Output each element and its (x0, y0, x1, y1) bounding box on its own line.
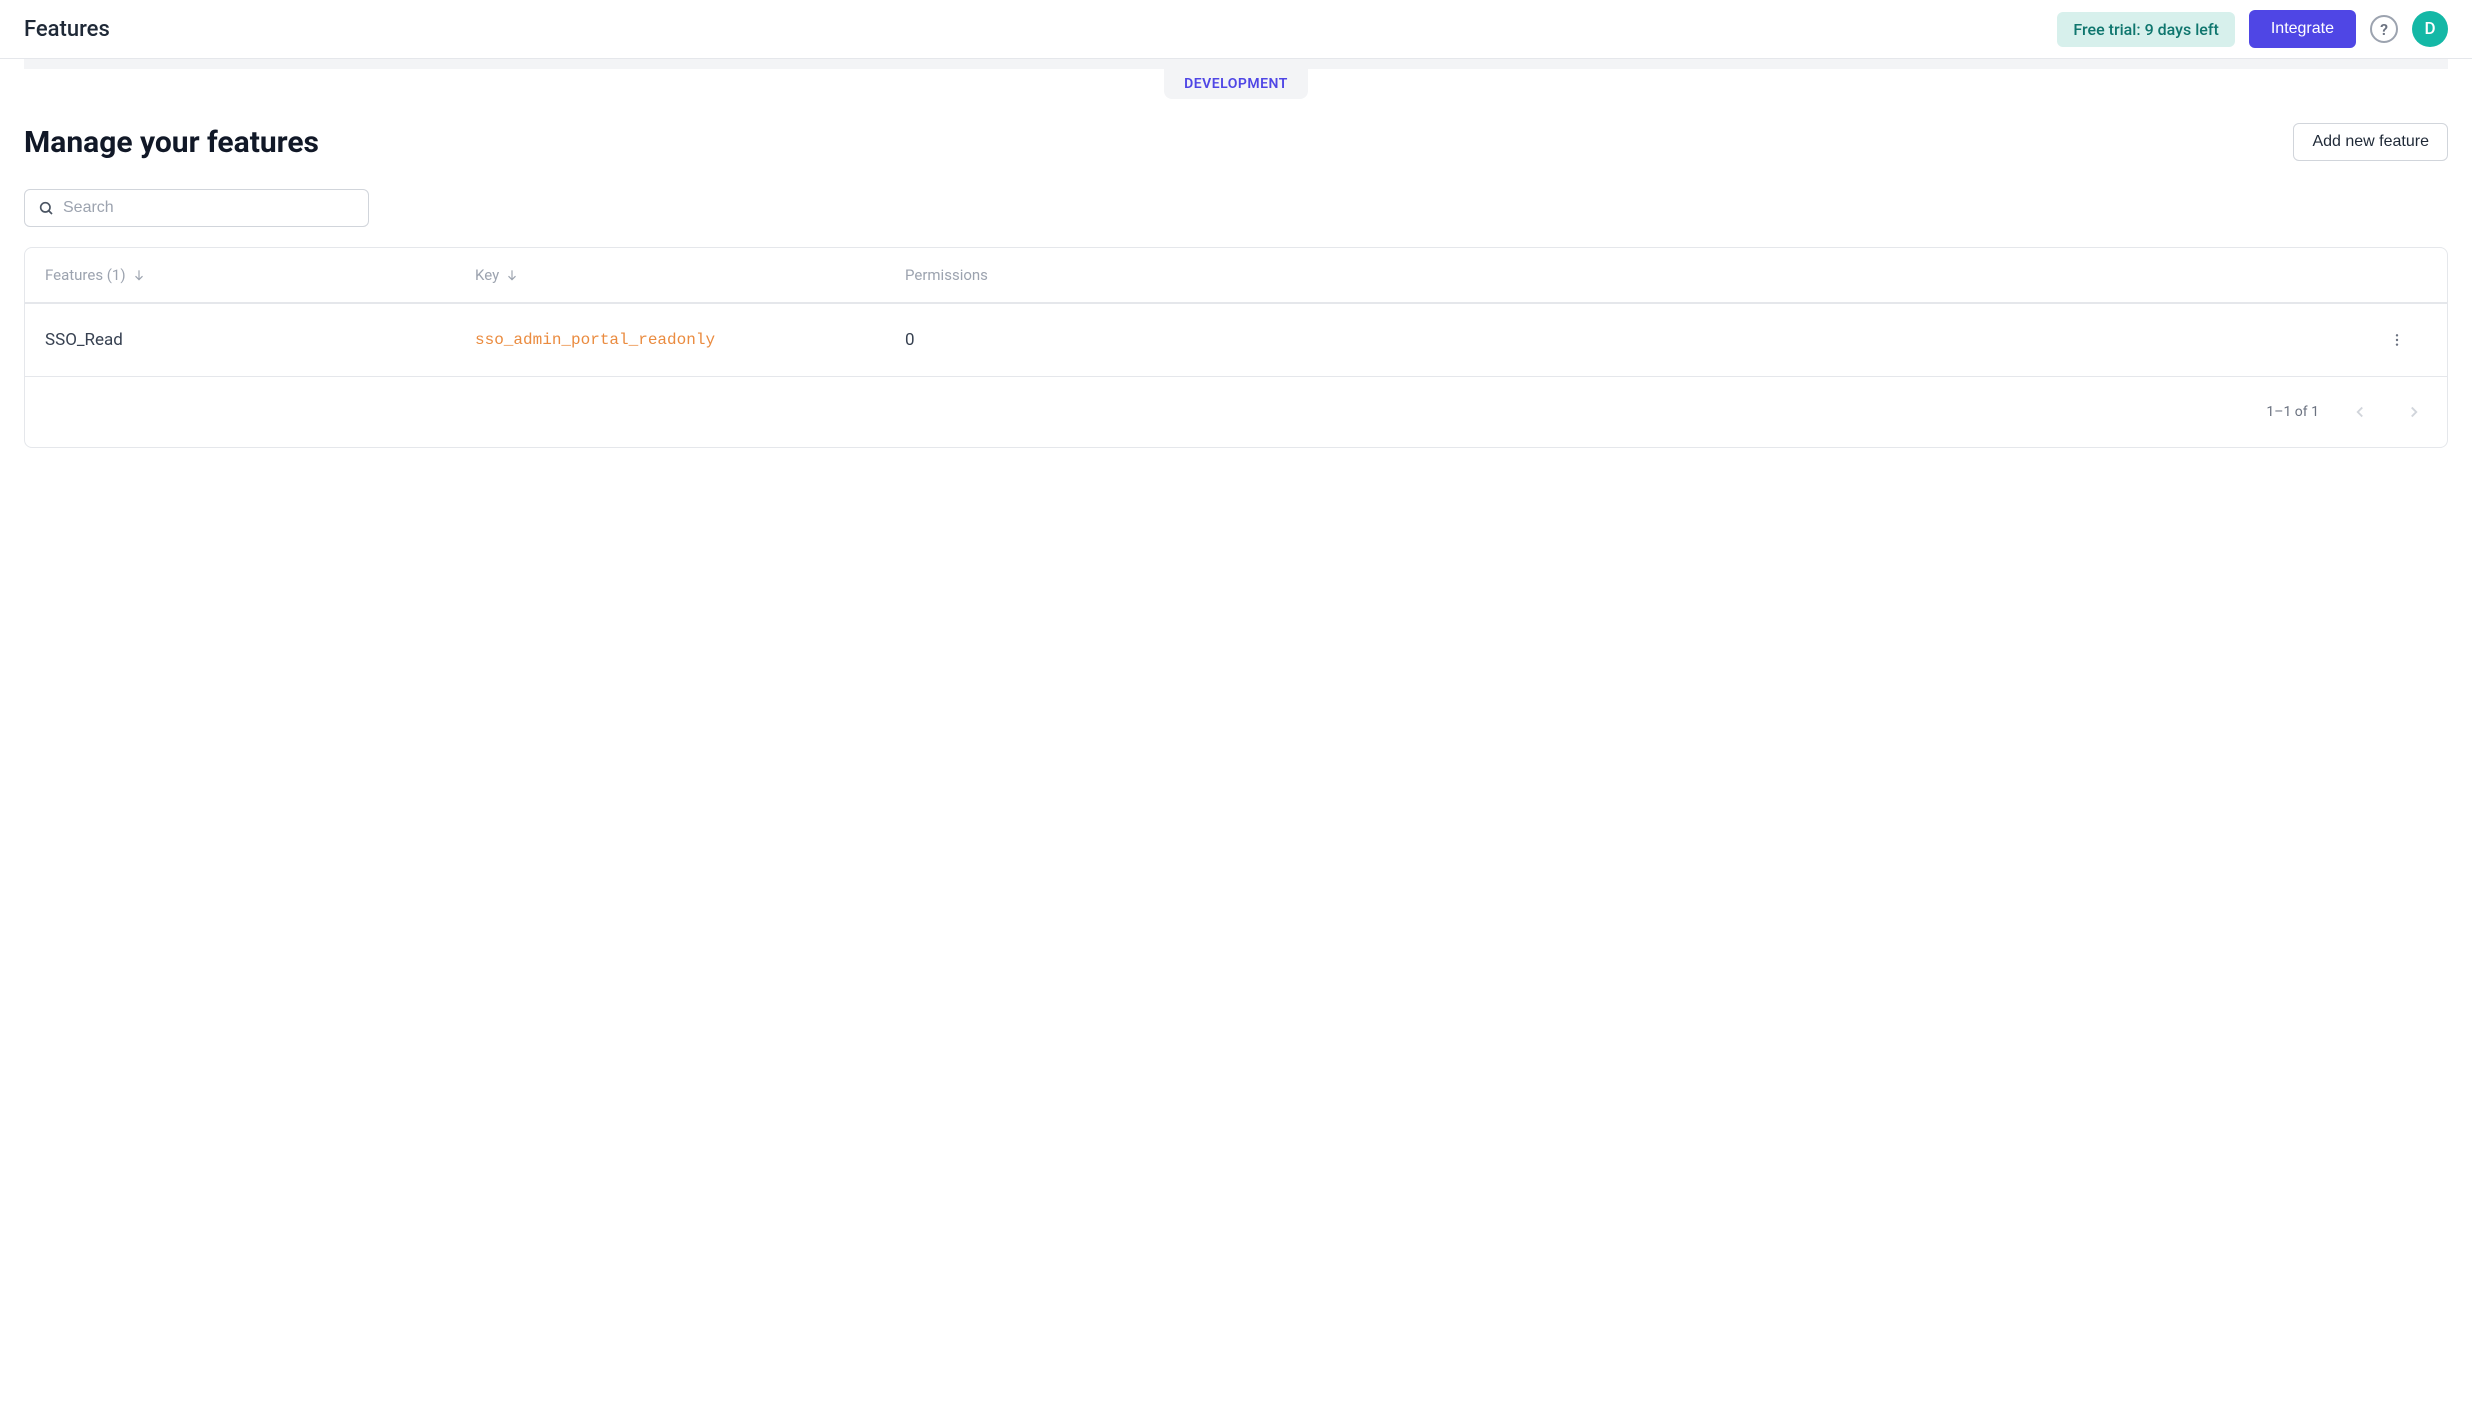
features-table: Features (1) Key Permissions SSO_Read s (24, 247, 2448, 448)
chevron-right-icon (2405, 403, 2423, 421)
table-footer: 1–1 of 1 (25, 377, 2447, 447)
page-section-title: Features (24, 17, 110, 42)
arrow-down-icon (132, 268, 146, 282)
divider-strip (24, 59, 2448, 69)
help-icon[interactable]: ? (2370, 15, 2398, 43)
arrow-down-icon (505, 268, 519, 282)
column-key[interactable]: Key (475, 266, 905, 284)
environment-tab[interactable]: DEVELOPMENT (1164, 69, 1308, 99)
column-permissions-label: Permissions (905, 266, 988, 284)
cell-permissions: 0 (905, 330, 2367, 350)
column-features[interactable]: Features (1) (45, 266, 475, 284)
table-head: Features (1) Key Permissions (25, 248, 2447, 304)
environment-tab-wrapper: DEVELOPMENT (0, 69, 2472, 99)
table-row[interactable]: SSO_Read sso_admin_portal_readonly 0 (25, 304, 2447, 377)
cell-feature-name: SSO_Read (45, 330, 475, 350)
page-header: Manage your features Add new feature (24, 123, 2448, 161)
avatar[interactable]: D (2412, 11, 2448, 47)
page-prev-button[interactable] (2347, 399, 2373, 425)
chevron-left-icon (2351, 403, 2369, 421)
row-actions-button[interactable] (2367, 332, 2427, 348)
trial-badge[interactable]: Free trial: 9 days left (2057, 12, 2234, 47)
pagination-info: 1–1 of 1 (2266, 404, 2319, 420)
top-bar-actions: Free trial: 9 days left Integrate ? D (2057, 10, 2448, 48)
page-next-button[interactable] (2401, 399, 2427, 425)
integrate-button[interactable]: Integrate (2249, 10, 2356, 48)
column-permissions[interactable]: Permissions (905, 266, 2367, 284)
add-feature-button[interactable]: Add new feature (2293, 123, 2448, 161)
search-input[interactable] (24, 189, 369, 227)
page-title: Manage your features (24, 125, 319, 160)
more-vertical-icon (2389, 332, 2405, 348)
cell-feature-key: sso_admin_portal_readonly (475, 331, 905, 349)
top-bar: Features Free trial: 9 days left Integra… (0, 0, 2472, 59)
search-wrapper (24, 189, 369, 227)
column-features-label: Features (1) (45, 266, 126, 284)
column-key-label: Key (475, 266, 499, 284)
